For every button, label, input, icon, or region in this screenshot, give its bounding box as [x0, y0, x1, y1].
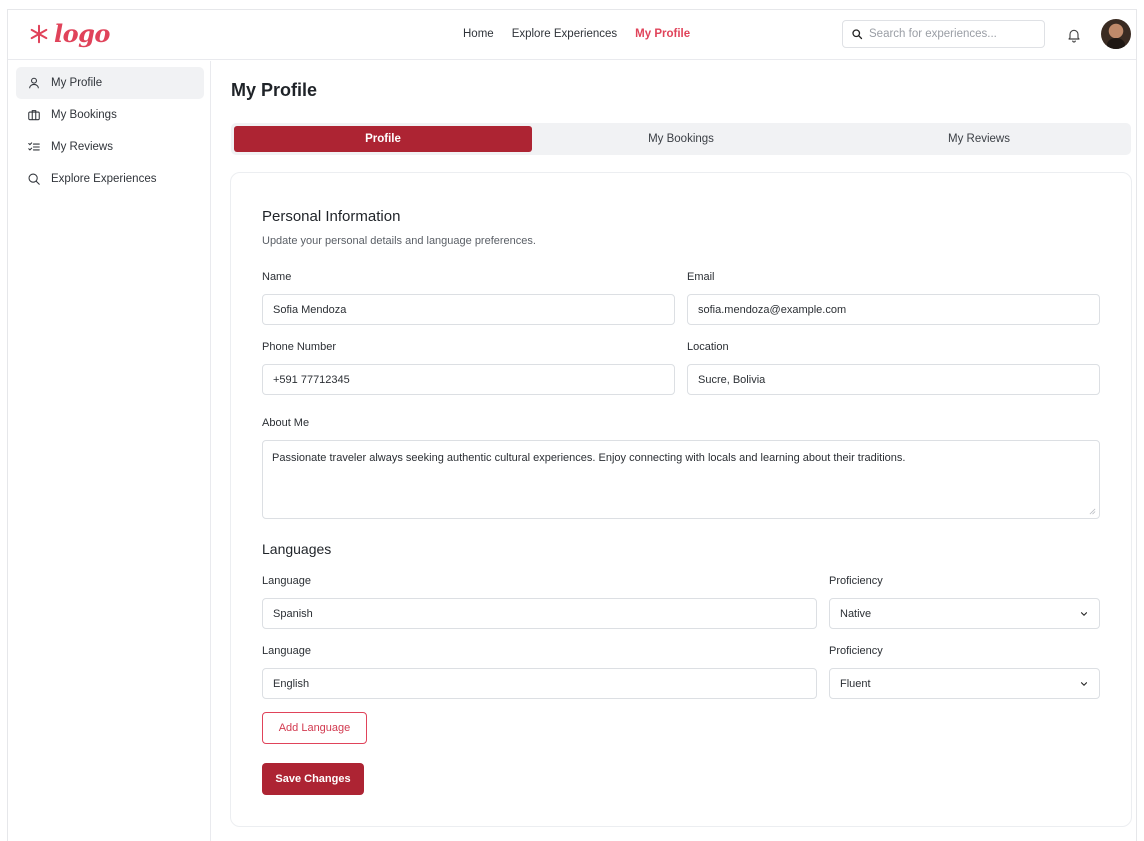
- proficiency-label: Proficiency: [829, 575, 883, 587]
- bell-icon[interactable]: [1066, 27, 1082, 43]
- sidebar-item-label: Explore Experiences: [51, 173, 157, 185]
- proficiency-select[interactable]: Fluent: [829, 668, 1100, 699]
- nav-explore-link[interactable]: Explore Experiences: [512, 28, 617, 40]
- tab-my-reviews[interactable]: My Reviews: [830, 126, 1128, 152]
- language-field[interactable]: Spanish: [262, 598, 817, 629]
- save-changes-button[interactable]: Save Changes: [262, 763, 364, 795]
- chevron-down-icon: [1080, 681, 1088, 686]
- sidebar-item-my-bookings[interactable]: My Bookings: [16, 99, 204, 131]
- briefcase-icon: [28, 110, 40, 121]
- proficiency-value: Native: [840, 607, 872, 620]
- language-label: Language: [262, 645, 311, 657]
- proficiency-label: Proficiency: [829, 645, 883, 657]
- nav-my-profile-link[interactable]: My Profile: [635, 28, 690, 40]
- phone-field[interactable]: +591 77712345: [262, 364, 675, 395]
- tab-my-bookings[interactable]: My Bookings: [532, 126, 830, 152]
- user-icon: [29, 77, 39, 89]
- location-label: Location: [687, 341, 729, 353]
- sidebar-item-label: My Bookings: [51, 109, 117, 121]
- email-field[interactable]: sofia.mendoza@example.com: [687, 294, 1100, 325]
- language-field[interactable]: English: [262, 668, 817, 699]
- proficiency-value: Fluent: [840, 677, 871, 690]
- email-value: sofia.mendoza@example.com: [698, 303, 847, 316]
- personal-info-heading: Personal Information: [262, 208, 401, 225]
- location-field[interactable]: Sucre, Bolivia: [687, 364, 1100, 395]
- profile-card: Personal Information Update your persona…: [230, 172, 1132, 827]
- sidebar-item-label: My Profile: [51, 77, 103, 89]
- add-language-button[interactable]: Add Language: [262, 712, 367, 744]
- location-value: Sucre, Bolivia: [698, 373, 766, 386]
- language-value: Spanish: [273, 607, 313, 620]
- name-field[interactable]: Sofia Mendoza: [262, 294, 675, 325]
- language-value: English: [273, 677, 310, 690]
- sidebar-item-my-reviews[interactable]: My Reviews: [16, 131, 204, 163]
- page-title: My Profile: [231, 80, 318, 100]
- logo[interactable]: logo: [28, 19, 110, 48]
- about-value: Passionate traveler always seeking authe…: [272, 452, 906, 464]
- languages-heading: Languages: [262, 541, 332, 557]
- email-label: Email: [687, 271, 715, 283]
- name-value: Sofia Mendoza: [273, 303, 347, 316]
- resize-handle-icon[interactable]: [1089, 508, 1096, 515]
- about-textarea[interactable]: Passionate traveler always seeking authe…: [262, 440, 1100, 519]
- search-input[interactable]: [869, 28, 1029, 40]
- proficiency-select[interactable]: Native: [829, 598, 1100, 629]
- search-icon: [28, 173, 40, 185]
- about-label: About Me: [262, 417, 310, 429]
- sidebar-item-explore-experiences[interactable]: Explore Experiences: [16, 163, 204, 195]
- top-header: logo Home Explore Experiences My Profile: [8, 10, 1136, 60]
- logo-text: logo: [54, 19, 110, 48]
- sidebar-item-label: My Reviews: [51, 141, 113, 153]
- profile-tabs: Profile My Bookings My Reviews: [231, 123, 1131, 155]
- search-icon: [852, 29, 863, 40]
- tab-profile[interactable]: Profile: [234, 126, 532, 152]
- personal-info-subtitle: Update your personal details and languag…: [262, 235, 536, 247]
- asterisk-logo-icon: [30, 24, 48, 43]
- chevron-down-icon: [1080, 611, 1088, 616]
- checklist-icon: [28, 142, 40, 151]
- nav-home-link[interactable]: Home: [463, 28, 494, 40]
- language-label: Language: [262, 575, 311, 587]
- sidebar-item-my-profile[interactable]: My Profile: [16, 67, 204, 99]
- phone-label: Phone Number: [262, 341, 336, 353]
- search-box[interactable]: [842, 20, 1045, 48]
- top-nav: Home Explore Experiences My Profile: [463, 28, 690, 40]
- name-label: Name: [262, 271, 292, 283]
- phone-value: +591 77712345: [273, 373, 350, 386]
- avatar[interactable]: [1101, 19, 1131, 49]
- sidebar: My Profile My Bookings My Reviews Explor…: [8, 61, 211, 841]
